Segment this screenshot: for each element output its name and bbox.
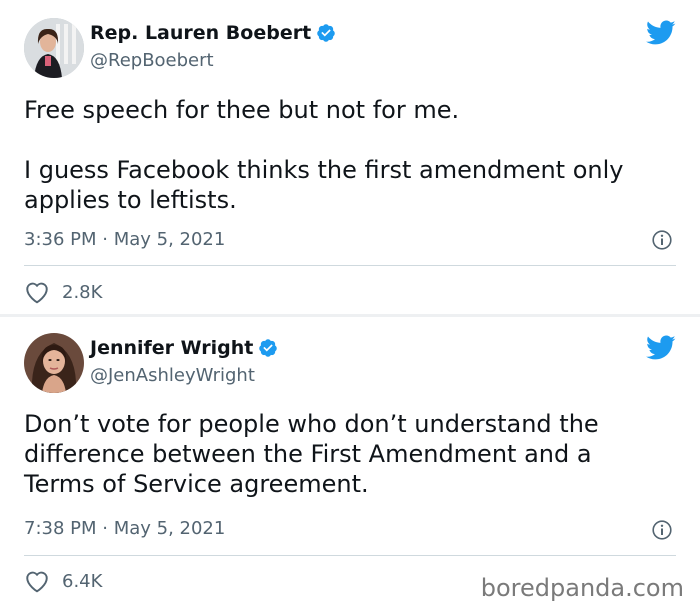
heart-icon bbox=[26, 282, 48, 304]
author-name-row: Rep. Lauren Boebert bbox=[90, 22, 336, 44]
verified-badge-icon bbox=[317, 24, 335, 42]
like-count: 2.8K bbox=[62, 281, 103, 303]
heart-icon bbox=[26, 571, 48, 593]
info-icon[interactable] bbox=[652, 230, 672, 250]
tweet-card: Rep. Lauren Boebert @RepBoebert Free spe… bbox=[0, 0, 700, 314]
avatar[interactable] bbox=[24, 18, 84, 78]
tweet-text: Free speech for thee but not for me. I g… bbox=[24, 95, 674, 215]
tweet-text-line: I guess Facebook thinks the first amendm… bbox=[24, 156, 624, 184]
tweet-text-line: Don’t vote for people who don’t understa… bbox=[24, 410, 599, 438]
tweet-text-line: Free speech for thee but not for me. bbox=[24, 96, 460, 124]
author-name[interactable]: Rep. Lauren Boebert bbox=[90, 22, 311, 44]
tweet-text-line: difference between the First Amendment a… bbox=[24, 440, 592, 468]
author-name[interactable]: Jennifer Wright bbox=[90, 337, 253, 359]
tweet-timestamp[interactable]: 7:38 PM · May 5, 2021 bbox=[24, 518, 225, 539]
woman-portrait-avatar-icon bbox=[24, 18, 84, 78]
avatar[interactable] bbox=[24, 333, 84, 393]
twitter-bird-icon[interactable] bbox=[646, 335, 676, 361]
tweet-text: Don’t vote for people who don’t understa… bbox=[24, 409, 674, 499]
author-name-row: Jennifer Wright bbox=[90, 337, 278, 359]
like-action[interactable]: 6.4K bbox=[24, 569, 102, 593]
info-icon[interactable] bbox=[652, 520, 672, 540]
verified-badge-icon bbox=[259, 339, 278, 357]
divider bbox=[24, 555, 676, 556]
twitter-bird-icon[interactable] bbox=[646, 20, 676, 46]
tweet-timestamp[interactable]: 3:36 PM · May 5, 2021 bbox=[24, 229, 225, 250]
woman-portrait-avatar-icon bbox=[24, 333, 84, 393]
tweet-text-line: applies to leftists. bbox=[24, 186, 237, 214]
tweet-text-line bbox=[24, 125, 674, 155]
watermark: boredpanda.com bbox=[480, 574, 684, 602]
author-handle[interactable]: @RepBoebert bbox=[90, 50, 214, 71]
like-count: 6.4K bbox=[62, 570, 103, 592]
divider bbox=[24, 265, 676, 266]
tweet-card: Jennifer Wright @JenAshleyWright Don’t v… bbox=[0, 317, 700, 612]
author-handle[interactable]: @JenAshleyWright bbox=[90, 365, 255, 386]
tweet-text-line: Terms of Service agreement. bbox=[24, 470, 369, 498]
like-action[interactable]: 2.8K bbox=[24, 280, 102, 304]
